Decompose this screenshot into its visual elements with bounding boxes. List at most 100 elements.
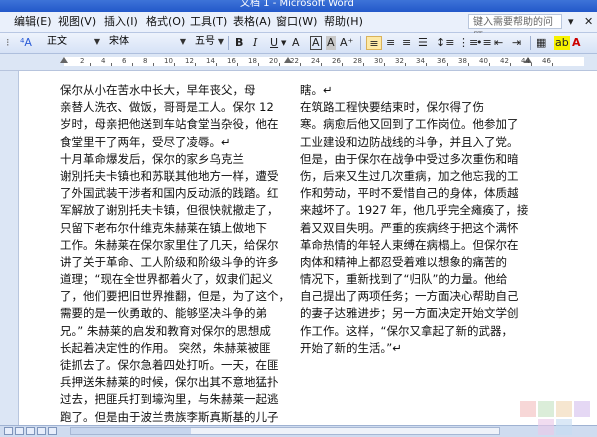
text-line[interactable]: 保尔从小在苦水中长大，早年丧父，母 [60, 82, 284, 99]
chevron-down-icon[interactable]: ▼ [281, 36, 286, 50]
text-line[interactable]: 徒抓去了。保尔急着四处打听。一天，在匪 [60, 357, 284, 374]
increase-indent-icon[interactable]: ⇥ [512, 36, 521, 50]
text-line[interactable]: 亲替人洗衣、做饭，哥哥是工人。保尔 12 [60, 99, 284, 116]
distribute-icon[interactable]: ☰ [418, 36, 428, 50]
char-shading-button[interactable]: A [326, 36, 336, 50]
web-view-button[interactable] [15, 427, 24, 435]
text-line[interactable]: 作工作。这样，“保尔又拿起了新的武器， [300, 323, 524, 340]
outline-view-button[interactable] [37, 427, 46, 435]
font-color-icon[interactable]: A [572, 36, 581, 50]
text-line[interactable]: 岁时，母亲把他送到车站食堂当杂役，他在 [60, 116, 284, 133]
ruler-number: 46 [542, 57, 551, 65]
minimize-icon[interactable]: ▾ [568, 15, 574, 28]
text-line[interactable]: 寒。病愈后他又回到了工作岗位。他参加了 [300, 116, 524, 133]
menu-window[interactable]: 窗口(W) [276, 15, 317, 29]
text-line[interactable]: 情况下，重新找到了“归队”的力量。他给 [300, 271, 524, 288]
text-line[interactable]: 工作。朱赫莱在保尔家里住了几天，给保尔 [60, 237, 284, 254]
text-line[interactable]: 食堂里干了两年，受尽了凌辱。↵ [60, 134, 284, 151]
text-line[interactable]: 讲了关于革命、工人阶级和阶级斗争的许多 [60, 254, 284, 271]
menu-format[interactable]: 格式(O) [146, 15, 185, 29]
text-line[interactable]: 但是，由于保尔在战争中受过多次重伤和暗 [300, 151, 524, 168]
font-combo[interactable]: 宋体 ▼ [106, 35, 188, 50]
help-search-input[interactable]: 键入需要帮助的问题 [468, 14, 562, 43]
menu-edit[interactable]: 编辑(E) [14, 15, 52, 29]
decorative-watermark [500, 395, 597, 436]
ruler-tick [237, 63, 238, 66]
ruler-tick [153, 63, 154, 66]
reading-view-button[interactable] [48, 427, 57, 435]
menu-help[interactable]: 帮助(H) [324, 15, 363, 29]
ruler-number: 40 [479, 57, 488, 65]
text-line[interactable]: 肉体和精神上都忍受着难以想象的痛苦的 [300, 254, 524, 271]
text-line[interactable]: 长起着决定性的作用。 突然，朱赫莱被匪 [60, 340, 284, 357]
menu-insert[interactable]: 插入(I) [104, 15, 138, 29]
indent-marker-icon[interactable] [60, 57, 68, 63]
print-view-button[interactable] [26, 427, 35, 435]
decrease-indent-icon[interactable]: ⇤ [494, 36, 503, 50]
ruler-number: 18 [248, 57, 257, 65]
text-line[interactable]: 革命热情的年轻人束缚在病榻上。但保尔在 [300, 237, 524, 254]
text-line[interactable]: 道理；“现在全世界都着火了，奴隶们起义 [60, 271, 284, 288]
text-line[interactable]: 需要的是一伙勇敢的、能够坚决斗争的弟 [60, 305, 284, 322]
text-effect-icon[interactable]: A⁺ [340, 36, 353, 50]
toolbar-grip-icon: ⁝ [6, 36, 10, 49]
font-value: 宋体 [109, 36, 129, 47]
underline-button[interactable]: U [270, 36, 278, 50]
text-line[interactable]: 来越坏了。1927 年，他几乎完全瘫痪了，接 [300, 202, 528, 219]
horizontal-ruler[interactable]: 2 4 6 8 10 12 14 16 18 20 22 24 26 28 30 32 34 36 38 40 42 44… [0, 54, 597, 71]
ruler-number: 44 [521, 57, 530, 65]
text-line[interactable]: 工业建设和边防战线的斗争，并且入了党。 [300, 134, 524, 151]
text-line[interactable]: 自己提出了两项任务；一方面决心帮助自己 [300, 288, 524, 305]
text-line[interactable]: 军解放了谢別托夫卡镇，但很快就撤走了， [60, 202, 284, 219]
text-line[interactable]: 十月革命爆发后，保尔的家乡乌克兰 [60, 151, 284, 168]
normal-view-button[interactable] [4, 427, 13, 435]
scrollbar-thumb[interactable] [71, 428, 191, 434]
vertical-ruler[interactable] [0, 71, 19, 425]
menu-table[interactable]: 表格(A) [233, 15, 271, 29]
italic-button[interactable]: I [253, 36, 257, 50]
char-border-button[interactable]: A [310, 36, 322, 50]
separator [360, 36, 361, 50]
text-column-right[interactable]: 瞎。↵ 在筑路工程快要结束时，保尔得了伤 寒。病愈后他又回到了工作岗位。他参加了工… [300, 82, 528, 357]
highlight-icon[interactable]: ab [554, 36, 570, 50]
border-icon[interactable]: ▦ [536, 36, 546, 50]
text-line[interactable]: 兵押送朱赫莱的时候，保尔出其不意地猛扑 [60, 374, 284, 391]
text-line[interactable]: 作和劳动，平时不爱惜自己的身体，体质越 [300, 185, 524, 202]
styles-pane-icon[interactable]: ⁴A [20, 36, 32, 50]
align-right-icon[interactable]: ≡ [402, 36, 411, 50]
justify-icon[interactable]: ≡ [366, 36, 382, 50]
text-line[interactable]: 跑了。但是由于波兰贵族李斯真斯基的儿子 [60, 409, 284, 426]
close-icon[interactable]: ✕ [584, 15, 593, 28]
bullets-icon[interactable]: •≡ [476, 36, 492, 50]
text-line[interactable]: 了外国武装干涉者和国内反动派的践踏。红 [60, 185, 284, 202]
text-line[interactable]: 瞎。↵ [300, 82, 524, 99]
char-format-button[interactable]: A [292, 36, 300, 50]
ruler-number: 20 [269, 57, 278, 65]
font-size-value: 五号 [195, 36, 215, 47]
chevron-down-icon: ▼ [93, 37, 100, 46]
text-line[interactable]: 着又双目失明。严重的疾病终于把这个满怀 [300, 220, 524, 237]
text-line[interactable]: 谢別托夫卡镇也和苏联其他地方一样，遭受 [60, 168, 284, 185]
align-center-icon[interactable]: ≡ [386, 36, 395, 50]
horizontal-scrollbar[interactable] [70, 427, 500, 435]
text-line[interactable]: 过去，把匪兵打到壕沟里，与朱赫莱一起逃 [60, 391, 284, 408]
font-size-combo[interactable]: 五号 ▼ [192, 35, 226, 50]
style-combo[interactable]: 正文 ▼ [44, 35, 102, 50]
text-column-left[interactable]: 保尔从小在苦水中长大，早年丧父，母 亲替人洗衣、做饭，哥哥是工人。保尔 12 岁时，… [60, 82, 290, 426]
bold-button[interactable]: B [235, 36, 243, 50]
text-line[interactable]: 开始了新的生活。”↵ [300, 340, 524, 357]
chevron-down-icon: ▼ [217, 37, 224, 46]
text-line[interactable]: 在筑路工程快要结束时，保尔得了伤 [300, 99, 524, 116]
ruler-number: 12 [185, 57, 194, 65]
ruler-number: 6 [122, 57, 127, 65]
text-line[interactable]: 只留下老布尔什维克朱赫莱在镇上做地下 [60, 220, 284, 237]
text-line[interactable]: 伤，后来又生过几次重病，加之他忘我的工 [300, 168, 524, 185]
text-line[interactable]: 兄。” 朱赫莱的启发和教育对保尔的思想成 [60, 323, 284, 340]
menu-tools[interactable]: 工具(T) [190, 15, 227, 29]
line-spacing-icon[interactable]: ↕≡ [436, 36, 454, 50]
text-line[interactable]: 了，他们要把旧世界推翻，但是，为了这个， [60, 288, 290, 305]
ruler-tick [279, 63, 280, 66]
chevron-down-icon: ▼ [179, 37, 186, 46]
text-line[interactable]: 的妻子达雅进步；另一方面决定开始文学创 [300, 305, 524, 322]
menu-view[interactable]: 视图(V) [58, 15, 96, 29]
